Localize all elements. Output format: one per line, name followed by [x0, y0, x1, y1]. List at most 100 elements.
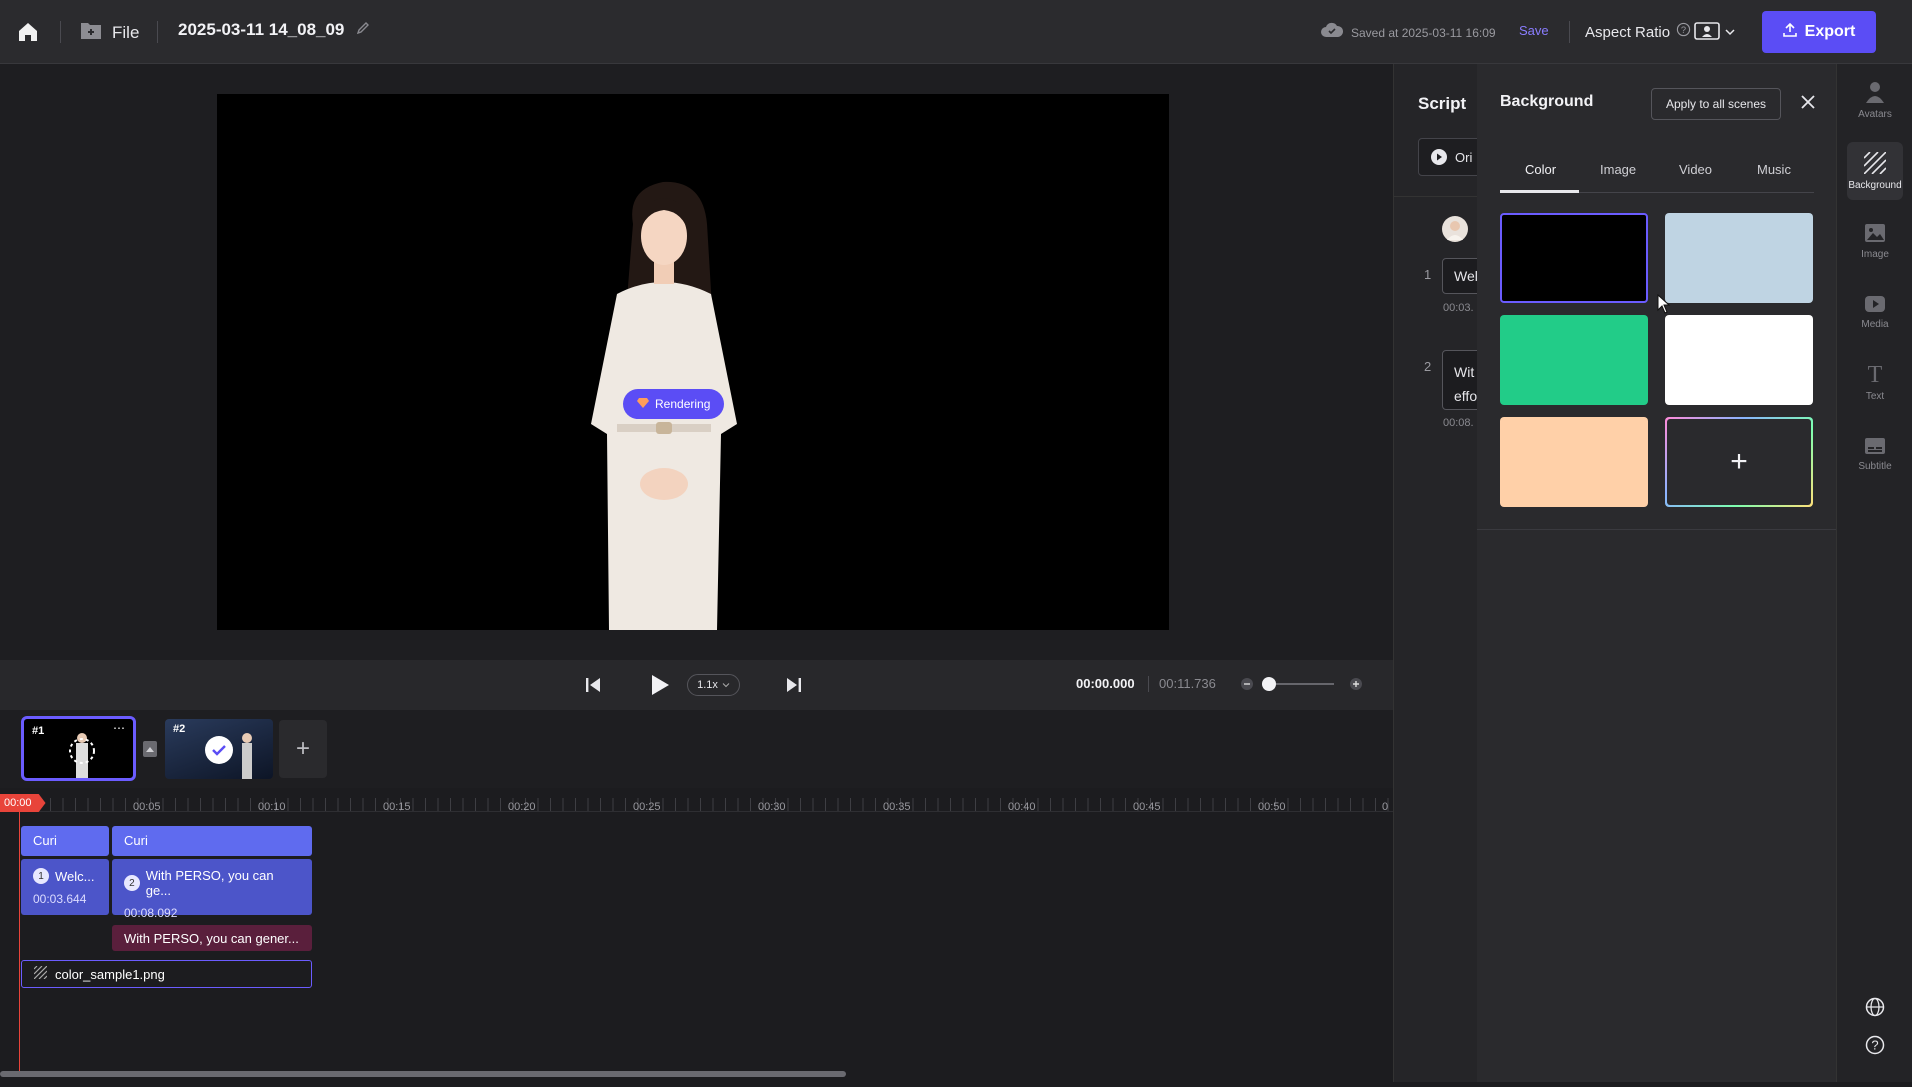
- close-icon[interactable]: [1800, 94, 1816, 115]
- playhead-label[interactable]: 00:00: [0, 794, 46, 812]
- script-item-time: 00:08.: [1443, 417, 1474, 429]
- add-scene-button[interactable]: +: [279, 720, 327, 778]
- playhead-time: 00:00: [4, 797, 32, 809]
- script-item-number: 1: [1424, 267, 1432, 282]
- rail-media[interactable]: Media: [1837, 283, 1912, 341]
- rail-label: Media: [1861, 318, 1889, 330]
- rail-image[interactable]: Image: [1837, 212, 1912, 270]
- add-custom-color-button[interactable]: +: [1665, 417, 1813, 507]
- zoom-slider-handle[interactable]: [1262, 677, 1276, 691]
- script-clip-duration: 00:03.644: [33, 892, 87, 906]
- tab-music[interactable]: Music: [1757, 162, 1791, 177]
- upload-icon: [1782, 22, 1797, 42]
- zoom-in-icon[interactable]: [1349, 677, 1363, 696]
- aspect-ratio-select[interactable]: [1694, 21, 1736, 46]
- subtitle-clip[interactable]: With PERSO, you can gener...: [112, 925, 312, 951]
- script-clip-number: 2: [124, 875, 140, 891]
- rail-label: Background: [1848, 179, 1902, 191]
- ruler-tick: 00:35: [883, 801, 911, 813]
- ruler-tick: 00:40: [1008, 801, 1036, 813]
- mouse-cursor-icon: [1657, 294, 1671, 314]
- rail-subtitle[interactable]: Subtitle: [1837, 425, 1912, 483]
- playhead-line[interactable]: [19, 812, 20, 1074]
- total-time: 00:11.736: [1159, 676, 1216, 691]
- video-play-icon: [1865, 295, 1885, 312]
- check-circle-icon: [205, 736, 233, 764]
- rendering-badge: Rendering: [623, 389, 725, 419]
- ruler-tick: 0: [1382, 801, 1389, 813]
- zoom-out-icon[interactable]: [1240, 677, 1254, 696]
- timeline-scrollbar[interactable]: [0, 1071, 846, 1077]
- ruler-tick: 00:50: [1258, 801, 1286, 813]
- rail-text[interactable]: T Text: [1837, 354, 1912, 412]
- script-item-text: Wel: [1454, 268, 1478, 284]
- avatar: [1442, 216, 1468, 242]
- skip-forward-icon[interactable]: [785, 676, 803, 699]
- export-label: Export: [1804, 23, 1856, 40]
- svg-text:?: ?: [1681, 25, 1686, 35]
- transition-icon[interactable]: [143, 741, 157, 762]
- scene-number: #1: [32, 725, 45, 737]
- rail-label: Avatars: [1858, 108, 1892, 120]
- tab-video[interactable]: Video: [1679, 162, 1712, 177]
- video-preview[interactable]: Rendering: [217, 94, 1169, 630]
- skip-back-icon[interactable]: [584, 676, 602, 699]
- globe-icon[interactable]: [1865, 997, 1885, 1022]
- apply-to-all-scenes-button[interactable]: Apply to all scenes: [1651, 88, 1781, 120]
- speed-select[interactable]: 1.1x: [687, 674, 740, 696]
- scene-thumb-1[interactable]: #1 ⋯: [21, 716, 136, 781]
- color-swatch-white[interactable]: [1665, 315, 1813, 405]
- rail-label: Subtitle: [1858, 460, 1892, 472]
- edit-pencil-icon[interactable]: [356, 21, 370, 40]
- background-clip[interactable]: color_sample1.png: [21, 960, 312, 988]
- save-button[interactable]: Save: [1519, 23, 1549, 38]
- rail-avatars[interactable]: Avatars: [1837, 71, 1912, 129]
- script-clip-duration: 00:08.092: [124, 906, 178, 920]
- tab-color[interactable]: Color: [1525, 162, 1556, 177]
- rail-label: Image: [1861, 248, 1889, 260]
- scene-thumb-2[interactable]: #2: [165, 719, 273, 779]
- play-circle-icon: [1431, 149, 1447, 165]
- tool-rail: Avatars Background Image Media T Text Su…: [1836, 64, 1912, 1082]
- active-tab-indicator: [1500, 190, 1579, 193]
- color-swatch-green[interactable]: [1500, 315, 1648, 405]
- ruler-tick: 00:25: [633, 801, 661, 813]
- script-clip-2[interactable]: 2 With PERSO, you can ge... 00:08.092: [112, 859, 312, 920]
- scene-strip: #1 ⋯ #2 +: [0, 710, 1393, 788]
- chevron-down-icon: [1724, 25, 1736, 43]
- ruler-tick: 00:20: [508, 801, 536, 813]
- color-swatch-black[interactable]: [1500, 213, 1648, 303]
- background-pattern-icon: [1864, 151, 1886, 174]
- player-controls: 1.1x 00:00.000 00:11.736: [0, 660, 1393, 710]
- file-menu[interactable]: File: [80, 20, 139, 45]
- subtitle-clip-text: With PERSO, you can gener...: [124, 931, 299, 946]
- top-bar: File 2025-03-11 14_08_09 Saved at 2025-0…: [0, 0, 1912, 64]
- subtitle-icon: [1865, 437, 1885, 454]
- rail-background[interactable]: Background: [1847, 142, 1903, 200]
- svg-text:?: ?: [1871, 1038, 1878, 1053]
- project-title[interactable]: 2025-03-11 14_08_09: [178, 20, 344, 40]
- background-clip-label: color_sample1.png: [55, 966, 165, 982]
- avatar-clip-2[interactable]: Curi: [112, 826, 312, 856]
- aspect-ratio-label: Aspect Ratio: [1585, 23, 1671, 41]
- home-icon[interactable]: [16, 20, 40, 44]
- avatar-clip-1[interactable]: Curi: [21, 826, 109, 856]
- export-button[interactable]: Export: [1762, 11, 1876, 53]
- color-swatch-light-blue[interactable]: [1665, 213, 1813, 303]
- help-icon[interactable]: ?: [1865, 1035, 1885, 1060]
- color-swatch-peach[interactable]: [1500, 417, 1648, 507]
- folder-add-icon: [80, 20, 102, 45]
- play-icon[interactable]: [650, 674, 670, 701]
- background-panel: Background Apply to all scenes Color Ima…: [1477, 64, 1836, 1082]
- timeline-ruler[interactable]: [0, 798, 1393, 812]
- tab-image[interactable]: Image: [1600, 162, 1636, 177]
- preview-area: Rendering: [0, 64, 1393, 660]
- help-circle-icon[interactable]: ?: [1676, 22, 1691, 42]
- more-icon[interactable]: ⋯: [113, 721, 125, 735]
- avatar-clip-label: Curi: [33, 833, 57, 848]
- script-clip-1[interactable]: 1 Welc... 00:03.644: [21, 859, 109, 915]
- gem-icon: [637, 397, 649, 411]
- image-icon: [1865, 223, 1885, 242]
- current-time: 00:00.000: [1076, 676, 1135, 691]
- script-panel: Script Ori 1 Wel 00:03. 2 Wit effo 00:08…: [1393, 64, 1502, 1082]
